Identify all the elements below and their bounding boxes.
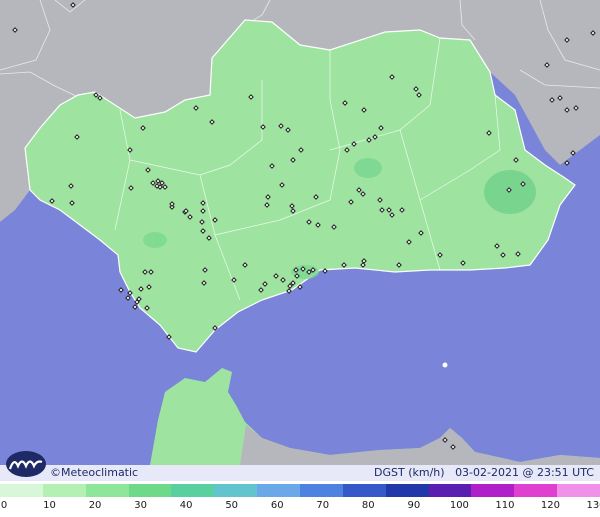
scale-swatch — [0, 484, 43, 497]
color-scale-legend: 0 10 20 30 40 50 60 70 80 90 100 110 120 130 — [0, 481, 600, 517]
scale-swatch — [514, 484, 558, 497]
scale-swatch — [257, 484, 301, 497]
scale-tick-label: 20 — [88, 500, 102, 511]
scale-tick-label: 0 — [0, 500, 8, 511]
scale-swatch — [85, 484, 129, 497]
scale-tick-label: 40 — [179, 500, 193, 511]
color-scale-bar — [0, 484, 600, 497]
island-dot — [442, 362, 448, 368]
scale-tick-label: 130 — [586, 500, 600, 511]
scale-swatch — [471, 484, 515, 497]
scale-tick-label: 70 — [316, 500, 330, 511]
scale-swatch — [171, 484, 215, 497]
scale-swatch — [428, 484, 472, 497]
scale-swatch — [128, 484, 172, 497]
scale-tick-label: 80 — [361, 500, 375, 511]
scale-swatch — [557, 484, 600, 497]
variable-label: DGST (km/h) — [374, 466, 445, 479]
wind-patch — [354, 158, 382, 178]
scale-swatch — [300, 484, 343, 497]
scale-tick-label: 120 — [540, 500, 560, 511]
scale-tick-label: 60 — [270, 500, 284, 511]
wind-patch — [143, 232, 167, 248]
scale-tick-label: 30 — [134, 500, 147, 511]
scale-swatch — [385, 484, 429, 497]
map-info: DGST (km/h) 03-02-2021 @ 23:51 UTC — [374, 466, 594, 479]
scale-tick-label: 110 — [495, 500, 515, 511]
map-canvas — [0, 0, 600, 517]
wind-patch — [484, 170, 536, 214]
scale-tick-label: 50 — [225, 500, 239, 511]
scale-swatch — [42, 484, 86, 497]
meteoclimatic-logo — [6, 451, 46, 477]
brand-label: ©Meteoclimatic — [50, 466, 139, 479]
scale-swatch — [214, 484, 258, 497]
scale-tick-label: 100 — [449, 500, 469, 511]
scale-swatch — [342, 484, 386, 497]
scale-tick-label: 90 — [407, 500, 421, 511]
datetime-label: 03-02-2021 @ 23:51 UTC — [455, 466, 594, 479]
scale-tick-label: 10 — [43, 500, 56, 511]
